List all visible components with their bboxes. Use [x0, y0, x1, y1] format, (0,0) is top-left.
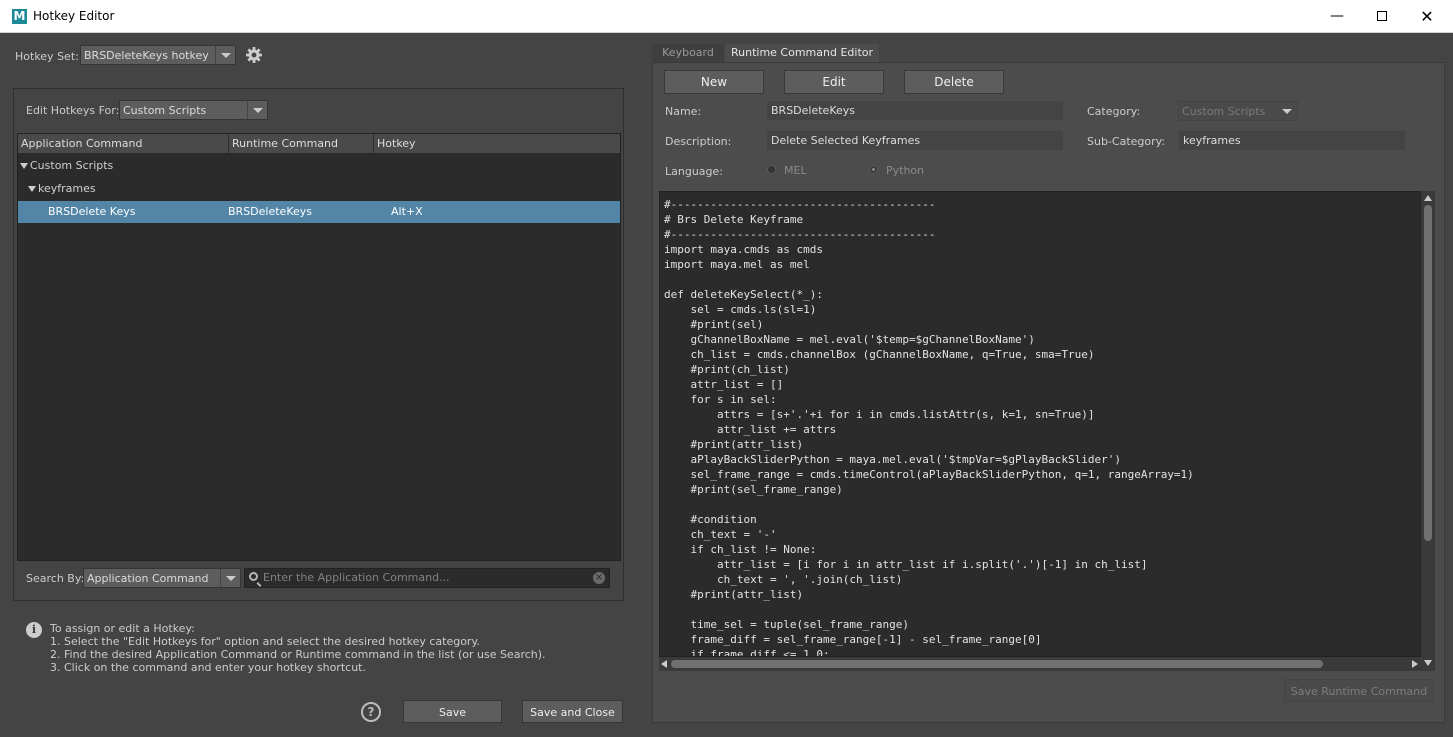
search-icon [249, 572, 258, 581]
hotkey-set-label: Hotkey Set: [15, 50, 79, 63]
column-hotkey[interactable]: Hotkey [374, 134, 620, 154]
name-field[interactable]: BRSDeleteKeys [767, 101, 1063, 120]
search-placeholder: Enter the Application Command... [263, 571, 450, 584]
tab-keyboard[interactable]: Keyboard [652, 44, 724, 62]
help-step-1: 1. Select the "Edit Hotkeys for" option … [50, 635, 480, 648]
tree-row-brsdelete-keys[interactable]: BRSDelete Keys BRSDeleteKeys Alt+X [18, 201, 620, 223]
minimize-icon[interactable]: — [1314, 0, 1360, 33]
column-application-command[interactable]: Application Command [18, 134, 229, 154]
scroll-right-icon[interactable] [1412, 660, 1418, 668]
tree-row-keyframes[interactable]: keyframes [18, 178, 620, 200]
vertical-scrollbar[interactable] [1421, 191, 1435, 671]
tree-header: Application Command Runtime Command Hotk… [18, 134, 620, 154]
tab-runtime-command-editor[interactable]: Runtime Command Editor [725, 44, 879, 62]
horizontal-scroll-thumb[interactable] [671, 660, 1323, 668]
editor-body: Hotkey Set: BRSDeleteKeys hotkey Edit Ho… [0, 33, 1453, 737]
row-hotkey: Alt+X [391, 205, 423, 218]
tree-row-custom-scripts[interactable]: Custom Scripts [18, 155, 620, 177]
scroll-down-icon[interactable] [1424, 660, 1432, 666]
search-mode-value: Application Command [87, 572, 209, 585]
python-radio-label: Python [886, 164, 925, 177]
name-label: Name: [665, 105, 702, 118]
window-title: Hotkey Editor [33, 9, 115, 23]
category-value: Custom Scripts [1182, 105, 1266, 118]
category-label: Category: [1087, 105, 1141, 118]
language-label: Language: [665, 165, 723, 178]
chevron-down-icon [220, 569, 240, 587]
vertical-scroll-thumb[interactable] [1424, 205, 1432, 541]
edit-for-label: Edit Hotkeys For: [26, 104, 120, 117]
tab-bar: Keyboard Runtime Command Editor [652, 44, 1452, 62]
script-editor[interactable]: #---------------------------------------… [659, 191, 1421, 657]
new-button[interactable]: New [664, 70, 764, 94]
help-title: To assign or edit a Hotkey: [50, 622, 195, 635]
help-step-2: 2. Find the desired Application Command … [50, 648, 546, 661]
gear-icon[interactable] [245, 46, 263, 64]
save-runtime-command-button[interactable]: Save Runtime Command [1284, 679, 1434, 702]
chevron-down-icon [215, 46, 235, 64]
expand-arrow-icon[interactable] [28, 186, 36, 192]
row-runtime-command: BRSDeleteKeys [228, 205, 312, 218]
horizontal-scrollbar[interactable] [659, 657, 1421, 671]
python-radio[interactable] [869, 165, 878, 174]
sub-category-label: Sub-Category: [1087, 135, 1166, 148]
close-icon[interactable]: ✕ [1404, 0, 1450, 33]
row-app-command: Custom Scripts [30, 159, 114, 172]
edit-button[interactable]: Edit [784, 70, 884, 94]
expand-arrow-icon[interactable] [20, 163, 28, 169]
maya-app-icon: M [12, 9, 27, 24]
mel-radio[interactable] [767, 165, 776, 174]
info-icon: i [26, 622, 42, 638]
row-app-command: BRSDelete Keys [48, 205, 136, 218]
script-code: #---------------------------------------… [664, 198, 1194, 657]
edit-for-dropdown[interactable]: Custom Scripts [119, 100, 268, 120]
search-by-label: Search By: [26, 572, 85, 585]
search-input[interactable]: Enter the Application Command... × [244, 568, 610, 588]
title-bar: M Hotkey Editor — ✕ [0, 0, 1453, 33]
description-label: Description: [665, 135, 732, 148]
row-app-command: keyframes [38, 182, 96, 195]
column-runtime-command[interactable]: Runtime Command [229, 134, 374, 154]
category-dropdown[interactable]: Custom Scripts [1178, 101, 1298, 121]
save-button[interactable]: Save [403, 700, 502, 723]
save-and-close-button[interactable]: Save and Close [522, 700, 623, 723]
maximize-icon[interactable] [1359, 0, 1405, 33]
scroll-up-icon[interactable] [1424, 195, 1432, 201]
clear-icon[interactable]: × [593, 572, 605, 584]
edit-for-value: Custom Scripts [123, 104, 207, 117]
hotkey-set-value: BRSDeleteKeys hotkey [84, 49, 209, 62]
scroll-left-icon[interactable] [661, 660, 667, 668]
description-field[interactable]: Delete Selected Keyframes [767, 131, 1063, 150]
search-mode-dropdown[interactable]: Application Command [83, 568, 241, 588]
help-question-icon[interactable]: ? [361, 702, 381, 722]
sub-category-field[interactable]: keyframes [1179, 131, 1405, 150]
hotkey-set-dropdown[interactable]: BRSDeleteKeys hotkey [80, 45, 236, 65]
help-step-3: 3. Click on the command and enter your h… [50, 661, 366, 674]
chevron-down-icon [247, 101, 267, 119]
chevron-down-icon [1277, 102, 1297, 120]
command-tree[interactable]: Application Command Runtime Command Hotk… [17, 133, 621, 561]
delete-button[interactable]: Delete [904, 70, 1004, 94]
mel-radio-label: MEL [784, 164, 807, 177]
